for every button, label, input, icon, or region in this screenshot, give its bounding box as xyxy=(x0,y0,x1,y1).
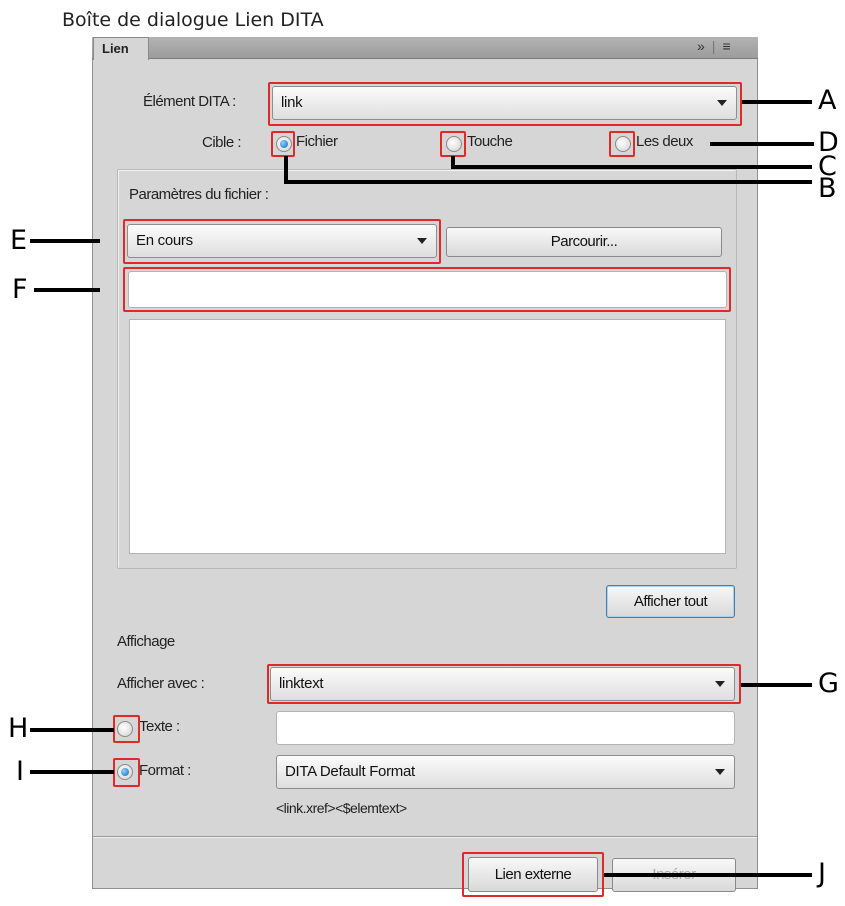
highlight-radio-texte xyxy=(113,715,140,743)
highlight-radio-les-deux xyxy=(609,131,635,157)
callout-e: E xyxy=(10,225,28,256)
menu-separator: | xyxy=(711,38,717,54)
format-preview: <link.xref><$elemtext> xyxy=(276,800,407,816)
callout-line-d xyxy=(710,142,814,146)
callout-a: A xyxy=(818,85,837,116)
radio-fichier-label: Fichier xyxy=(296,133,338,150)
file-params-label: Paramètres du fichier : xyxy=(129,186,269,203)
callout-i: I xyxy=(16,756,24,787)
callout-line-a xyxy=(742,100,812,104)
panel-tab-bar xyxy=(92,37,758,59)
element-dita-label: Élément DITA : xyxy=(143,93,236,110)
file-list[interactable] xyxy=(129,319,726,554)
radio-les-deux-label: Les deux xyxy=(636,133,693,150)
highlight-external-link xyxy=(462,852,604,897)
highlight-radio-touche xyxy=(440,131,466,157)
format-value: DITA Default Format xyxy=(285,763,415,780)
display-text-input[interactable] xyxy=(276,711,735,745)
highlight-radio-format xyxy=(113,758,140,787)
callout-j: J xyxy=(818,858,826,889)
callout-g: G xyxy=(818,668,839,699)
callout-f: F xyxy=(12,274,28,305)
highlight-file-scope xyxy=(123,219,441,264)
radio-format-label: Format : xyxy=(139,762,191,779)
callout-line-g xyxy=(741,683,812,687)
radio-texte-label: Texte : xyxy=(139,718,180,735)
highlight-file-path xyxy=(123,267,731,312)
callout-line-e xyxy=(30,239,100,243)
panel-menu[interactable]: » | ≡ xyxy=(697,38,732,54)
show-all-button[interactable]: Afficher tout xyxy=(606,585,735,618)
chevron-down-icon xyxy=(715,769,725,775)
highlight-display-with xyxy=(267,664,741,704)
cible-label: Cible : xyxy=(202,134,242,151)
affichage-heading: Affichage xyxy=(117,633,175,650)
figure-caption: Boîte de dialogue Lien DITA xyxy=(62,9,324,31)
tab-lien[interactable]: Lien xyxy=(93,37,149,60)
footer-divider xyxy=(93,836,757,838)
callout-line-i xyxy=(30,770,114,774)
expand-panel-icon[interactable]: » xyxy=(697,38,706,54)
browse-button[interactable]: Parcourir... xyxy=(446,227,722,257)
format-select[interactable]: DITA Default Format xyxy=(276,755,735,789)
callout-h: H xyxy=(8,713,29,744)
panel-menu-icon[interactable]: ≡ xyxy=(722,38,731,54)
radio-touche-label: Touche xyxy=(467,133,513,150)
callout-line-b xyxy=(284,180,812,184)
highlight-element-dita xyxy=(268,82,742,126)
callout-line-c xyxy=(451,165,812,169)
callout-line-f xyxy=(34,288,100,292)
callout-line-j xyxy=(604,873,812,877)
callout-line-h xyxy=(30,728,114,732)
callout-d: D xyxy=(818,127,839,158)
display-with-label: Afficher avec : xyxy=(117,675,205,692)
highlight-radio-fichier xyxy=(271,131,295,157)
